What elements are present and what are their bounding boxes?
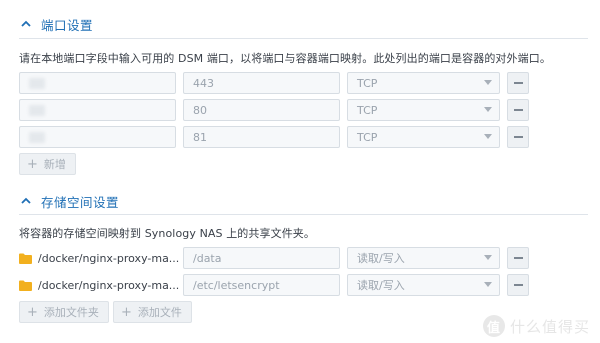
remove-volume-button[interactable] bbox=[507, 274, 529, 296]
access-mode-value: 读取/写入 bbox=[357, 252, 405, 265]
plus-icon: + bbox=[121, 304, 132, 320]
minus-icon bbox=[513, 82, 523, 84]
minus-icon bbox=[513, 136, 523, 138]
ports-section-title: 端口设置 bbox=[41, 17, 94, 33]
access-mode-value: 读取/写入 bbox=[357, 279, 405, 292]
storage-section-title: 存储空间设置 bbox=[41, 194, 120, 210]
chevron-up-icon[interactable] bbox=[19, 194, 33, 208]
add-file-label: 添加文件 bbox=[137, 306, 182, 319]
minus-icon bbox=[513, 284, 523, 286]
plus-icon: + bbox=[27, 304, 38, 320]
add-file-button[interactable]: + 添加文件 bbox=[113, 301, 192, 323]
remove-port-button[interactable] bbox=[507, 99, 529, 121]
mount-path-field[interactable]: /data bbox=[183, 247, 340, 269]
add-port-label: 新增 bbox=[43, 158, 66, 171]
shared-folder-path: /docker/nginx-proxy-ma... bbox=[19, 247, 179, 269]
redacted-value bbox=[29, 104, 45, 116]
caret-down-icon bbox=[484, 107, 492, 112]
local-port-input[interactable] bbox=[19, 126, 176, 148]
add-port-button[interactable]: + 新增 bbox=[19, 153, 76, 175]
protocol-value: TCP bbox=[357, 130, 378, 144]
minus-icon bbox=[513, 257, 523, 259]
caret-down-icon bbox=[484, 134, 492, 139]
redacted-value bbox=[29, 77, 45, 89]
caret-down-icon bbox=[484, 282, 492, 287]
storage-section-divider bbox=[19, 214, 588, 215]
folder-icon bbox=[19, 253, 32, 264]
mount-path-field[interactable]: /etc/letsencrypt bbox=[183, 274, 340, 296]
ports-section-divider bbox=[19, 38, 588, 39]
remove-port-button[interactable] bbox=[507, 126, 529, 148]
redacted-value bbox=[29, 131, 45, 143]
storage-section-header[interactable]: 存储空间设置 bbox=[19, 191, 119, 211]
minus-icon bbox=[513, 109, 523, 111]
container-port-field[interactable]: 80 bbox=[183, 99, 340, 121]
add-folder-label: 添加文件夹 bbox=[43, 306, 99, 319]
chevron-up-icon[interactable] bbox=[19, 17, 33, 31]
storage-section-description: 将容器的存储空间映射到 Synology NAS 上的共享文件夹。 bbox=[19, 227, 315, 240]
protocol-select[interactable]: TCP bbox=[347, 99, 500, 121]
ports-section-description: 请在本地端口字段中输入可用的 DSM 端口，以将端口与容器端口映射。此处列出的端… bbox=[19, 52, 551, 65]
protocol-value: TCP bbox=[357, 76, 378, 90]
plus-icon: + bbox=[27, 156, 38, 172]
remove-port-button[interactable] bbox=[507, 72, 529, 94]
watermark: 值 什么值得买 bbox=[482, 315, 590, 337]
access-mode-select[interactable]: 读取/写入 bbox=[347, 247, 500, 269]
access-mode-select[interactable]: 读取/写入 bbox=[347, 274, 500, 296]
watermark-text: 什么值得买 bbox=[509, 317, 590, 336]
local-port-input[interactable] bbox=[19, 99, 176, 121]
add-folder-button[interactable]: + 添加文件夹 bbox=[19, 301, 109, 323]
watermark-logo: 值 bbox=[482, 315, 505, 337]
shared-folder-path: /docker/nginx-proxy-ma... bbox=[19, 274, 179, 296]
folder-icon bbox=[19, 280, 32, 291]
protocol-select[interactable]: TCP bbox=[347, 72, 500, 94]
shared-folder-path-text: /docker/nginx-proxy-ma... bbox=[38, 278, 180, 292]
ports-section-header[interactable]: 端口设置 bbox=[19, 14, 93, 34]
protocol-select[interactable]: TCP bbox=[347, 126, 500, 148]
caret-down-icon bbox=[484, 255, 492, 260]
remove-volume-button[interactable] bbox=[507, 247, 529, 269]
protocol-value: TCP bbox=[357, 103, 378, 117]
container-port-field[interactable]: 443 bbox=[183, 72, 340, 94]
container-port-field[interactable]: 81 bbox=[183, 126, 340, 148]
caret-down-icon bbox=[484, 80, 492, 85]
shared-folder-path-text: /docker/nginx-proxy-ma... bbox=[38, 251, 180, 265]
local-port-input[interactable] bbox=[19, 72, 176, 94]
